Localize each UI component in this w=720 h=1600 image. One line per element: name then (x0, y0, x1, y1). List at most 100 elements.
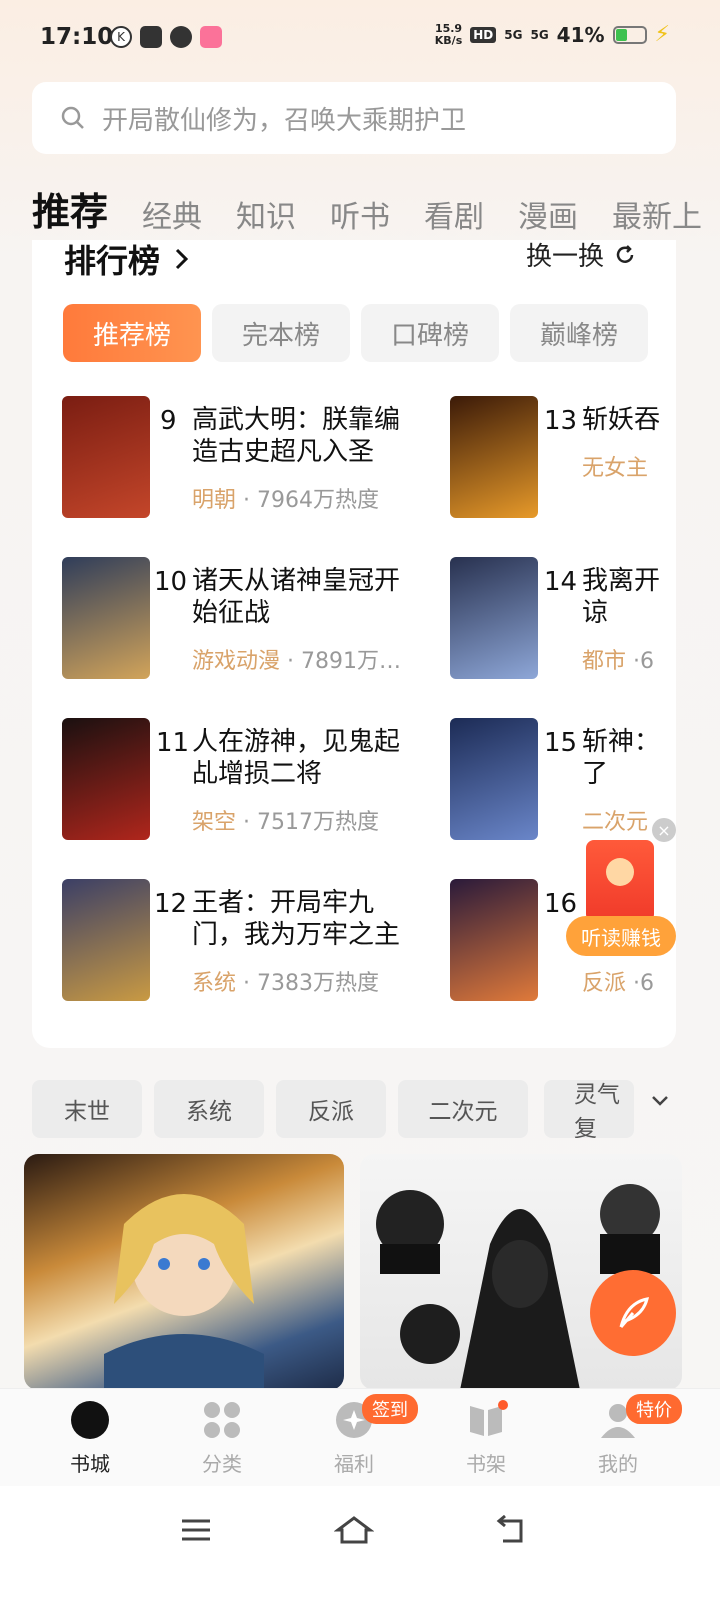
hd-icon: HD (470, 26, 497, 43)
book-cover (450, 718, 538, 840)
compass-icon (70, 1400, 110, 1440)
book-item[interactable]: 10 诸天从诸神皇冠开 始征战 游戏动漫 · 7891万… (62, 557, 422, 687)
special-offer-badge: 特价 (626, 1394, 682, 1424)
nav-label: 书城 (70, 1452, 110, 1476)
book-title-line2: 始征战 (192, 598, 271, 628)
book-item[interactable]: 11 人在游神，见鬼起 乩增损二将 架空 · 7517万热度 (62, 718, 422, 848)
book-rank-number: 10 (154, 567, 188, 597)
book-cover (450, 396, 538, 518)
refresh-label: 换一换 (526, 242, 605, 272)
notification-icons: K (110, 26, 222, 48)
pill-peak[interactable]: 巅峰榜 (510, 304, 648, 362)
tab-drama[interactable]: 看剧 (424, 192, 484, 236)
book-rank-number: 12 (154, 889, 188, 919)
book-item[interactable]: 15 斩神： 了 二次元 (450, 718, 676, 848)
book-cover (450, 879, 538, 1001)
genre-chip-apocalypse[interactable]: 末世 (32, 1080, 142, 1138)
red-envelope-icon[interactable] (586, 840, 654, 922)
book-meta: 都市 ·6 (582, 643, 654, 675)
book-rank-number: 11 (156, 728, 190, 758)
book-title-line1: 高武大明：朕靠编 (192, 405, 401, 435)
ranking-header[interactable]: 排行榜 (64, 236, 190, 282)
coin-icon (606, 858, 634, 886)
battery-fill (615, 28, 628, 41)
book-meta: 系统 · 7383万热度 (192, 971, 379, 996)
book-meta: 反派 ·6 (582, 965, 654, 997)
book-title-line2: 谅 (582, 598, 609, 628)
pill-recommended[interactable]: 推荐榜 (63, 304, 201, 362)
book-rank-number: 9 (160, 406, 177, 436)
book-item[interactable]: 13 斩妖吞 无女主 (450, 396, 676, 526)
book-rank-number: 16 (544, 889, 578, 919)
refresh-icon (616, 244, 634, 263)
book-meta: 无女主 (582, 450, 648, 482)
book-title-line1: 斩妖吞 (582, 405, 661, 435)
nav-label: 分类 (202, 1452, 242, 1476)
link-app-icon (170, 26, 192, 48)
featured-book-card[interactable] (24, 1154, 344, 1390)
tab-recommend[interactable]: 推荐 (32, 181, 108, 236)
book-title-line2: 乩增损二将 (192, 759, 323, 789)
nav-bookshelf[interactable]: 书架 (436, 1400, 536, 1477)
menu-icon[interactable] (166, 1510, 226, 1550)
book-genre: 都市 (582, 649, 627, 674)
write-feather-button[interactable] (590, 1270, 676, 1356)
signal-icon-2: 5G (530, 27, 549, 42)
tab-classic[interactable]: 经典 (142, 192, 202, 236)
signal-icon-1: 5G (504, 27, 523, 42)
book-genre: 二次元 (582, 810, 649, 835)
back-icon[interactable] (480, 1510, 540, 1550)
tab-audiobook[interactable]: 听书 (330, 192, 390, 236)
search-bar[interactable]: 开局散仙修为，召唤大乘期护卫 (32, 82, 676, 154)
chevron-down-icon[interactable] (650, 1094, 670, 1108)
book-meta: 架空 · 7517万热度 (192, 810, 379, 835)
book-rank-number: 15 (544, 728, 578, 758)
character-illustration (104, 1194, 264, 1390)
notification-dot (498, 1400, 508, 1410)
tab-latest[interactable]: 最新上 (612, 192, 702, 236)
tab-knowledge[interactable]: 知识 (236, 192, 296, 236)
network-speed: 15.9 KB/s (434, 21, 463, 47)
genre-chip-anime[interactable]: 二次元 (398, 1080, 528, 1138)
nav-bookstore[interactable]: 书城 (40, 1400, 140, 1477)
grid-icon (202, 1400, 242, 1440)
book-rank-number: 13 (544, 406, 578, 436)
pill-reputation[interactable]: 口碑榜 (361, 304, 499, 362)
book-cover (450, 557, 538, 679)
chevron-right-icon (175, 248, 189, 270)
search-icon (61, 106, 84, 129)
refresh-button[interactable]: 换一换 (526, 236, 636, 273)
book-genre: 无女主 (582, 456, 649, 481)
book-heat: 7517万热度 (257, 810, 379, 835)
book-heat: 7891万… (301, 649, 401, 674)
book-item[interactable]: 12 王者：开局牢九 门，我为万牢之主 系统 · 7383万热度 (62, 879, 422, 1009)
book-title-line1: 王者：开局牢九 (192, 888, 375, 918)
genre-chip-spirit[interactable]: 灵气复 (544, 1080, 634, 1138)
book-item[interactable]: 9 高武大明：朕靠编 造古史超凡入圣 明朝 · 7964万热度 (62, 396, 422, 526)
tab-comics[interactable]: 漫画 (518, 192, 578, 236)
battery-percent: 41% (556, 22, 605, 47)
book-title-line1: 我离开 (582, 566, 661, 596)
book-meta: 二次元 (582, 804, 648, 836)
genre-chip-villain[interactable]: 反派 (276, 1080, 386, 1138)
book-heat: 7383万热度 (257, 971, 379, 996)
book-title-line1: 诸天从诸神皇冠开 (192, 566, 401, 596)
checkin-badge: 签到 (362, 1394, 418, 1424)
book-title-line1: 人在游神，见鬼起 (192, 727, 401, 757)
nav-category[interactable]: 分类 (172, 1400, 272, 1477)
pill-completed[interactable]: 完本榜 (212, 304, 350, 362)
book-meta: 游戏动漫 · 7891万… (192, 649, 401, 674)
book-genre: 明朝 (192, 488, 237, 513)
book-meta: 明朝 · 7964万热度 (192, 488, 379, 513)
book-title-line2: 了 (582, 759, 609, 789)
close-icon[interactable]: × (652, 818, 676, 842)
book-cover (62, 396, 150, 518)
book-genre: 系统 (192, 971, 237, 996)
genre-chip-system[interactable]: 系统 (154, 1080, 264, 1138)
status-time: 17:10 (40, 24, 114, 50)
listen-earn-button[interactable]: 听读赚钱 (566, 916, 676, 956)
home-icon[interactable] (324, 1510, 384, 1550)
book-title-line2: 门，我为万牢之主 (192, 920, 401, 950)
nav-label: 福利 (334, 1452, 374, 1476)
book-item[interactable]: 14 我离开 谅 都市 ·6 (450, 557, 676, 687)
